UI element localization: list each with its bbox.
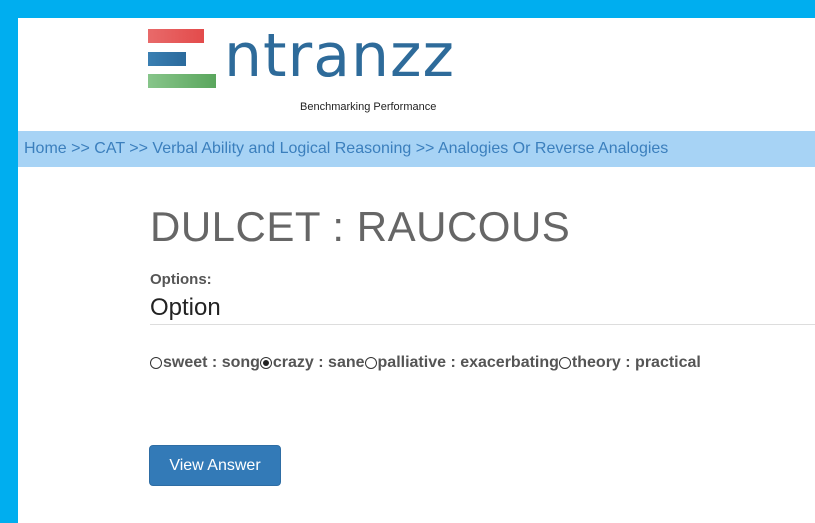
radio-button-selected-icon[interactable] [259, 357, 272, 369]
option-sweet-song[interactable]: sweet : song [150, 354, 260, 372]
question-title: DULCET : RAUCOUS [150, 203, 571, 250]
view-answer-button[interactable]: View Answer [149, 445, 281, 486]
breadcrumb-separator: >> [71, 140, 95, 157]
option-crazy-sane[interactable]: crazy : sane [259, 354, 365, 372]
option-palliative-exacerbating[interactable]: palliative : exacerbating [364, 354, 559, 372]
divider [150, 324, 815, 325]
option-label: palliative : exacerbating [377, 354, 559, 371]
breadcrumb: Home >> CAT >> Verbal Ability and Logica… [18, 131, 815, 167]
radio-button-icon[interactable] [150, 357, 162, 369]
logo-green-bar [148, 74, 216, 88]
breadcrumb-cat[interactable]: CAT [94, 140, 125, 157]
logo-wordmark: ntranzz [224, 21, 456, 91]
site-logo[interactable]: ntranzz Benchmarking Performance [148, 21, 468, 117]
breadcrumb-separator: >> [129, 140, 153, 157]
radio-button-icon[interactable] [558, 357, 571, 369]
logo-blue-bar [148, 52, 186, 66]
logo-tagline: Benchmarking Performance [300, 101, 437, 113]
answer-options: sweet : song crazy : sane palliative : e… [150, 354, 701, 372]
option-theory-practical[interactable]: theory : practical [558, 354, 701, 372]
option-heading: Option [150, 294, 221, 321]
breadcrumb-home[interactable]: Home [24, 140, 67, 157]
options-label: Options: [150, 271, 212, 288]
left-frame-border [0, 0, 18, 523]
top-frame-border [0, 0, 815, 18]
option-label: theory : practical [571, 354, 701, 371]
option-label: crazy : sane [272, 354, 365, 371]
logo-red-bar [148, 29, 204, 43]
breadcrumb-separator: >> [415, 140, 438, 157]
radio-button-icon[interactable] [364, 357, 377, 369]
option-label: sweet : song [163, 354, 260, 371]
breadcrumb-verbal-ability[interactable]: Verbal Ability and Logical Reasoning [152, 140, 411, 157]
logo-e-mark-icon [148, 27, 218, 88]
breadcrumb-analogies[interactable]: Analogies Or Reverse Analogies [438, 140, 668, 157]
